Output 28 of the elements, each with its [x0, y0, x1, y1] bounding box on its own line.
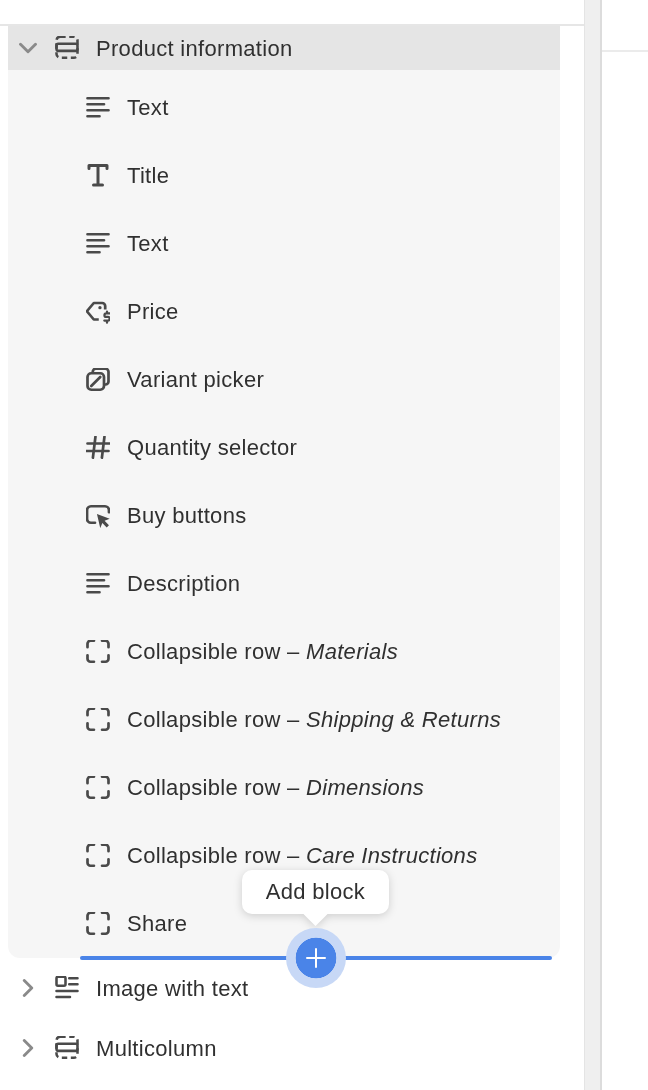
text-lines-icon: [86, 96, 110, 120]
hash-icon: [86, 436, 110, 460]
section-row[interactable]: Image with text: [8, 958, 560, 1018]
block-row[interactable]: Variant picker: [86, 360, 265, 400]
overlapping-squares-icon: [86, 368, 110, 392]
section-row[interactable]: Product information: [8, 26, 560, 70]
text-lines-icon: [86, 572, 110, 596]
image-text-icon: [55, 976, 79, 1000]
pointer-button-icon: [86, 504, 110, 528]
block-row[interactable]: Share: [86, 904, 188, 944]
block-row[interactable]: Text: [86, 224, 169, 264]
block-row[interactable]: Collapsible row – Materials: [86, 632, 398, 672]
block-row[interactable]: Description: [86, 564, 241, 604]
add-block-button[interactable]: [286, 928, 346, 988]
block-row[interactable]: Title: [86, 156, 170, 196]
block-row[interactable]: Collapsible row – Shipping & Returns: [86, 700, 501, 740]
block-row[interactable]: Collapsible row – Dimensions: [86, 768, 424, 808]
dashed-section-icon: [55, 1036, 79, 1060]
section-row[interactable]: Multicolumn: [8, 1018, 560, 1078]
letter-t-icon: [86, 164, 110, 188]
block-row[interactable]: Buy buttons: [86, 496, 247, 536]
price-tag-icon: [86, 300, 110, 324]
plus-icon: [306, 948, 326, 968]
block-row[interactable]: Quantity selector: [86, 428, 298, 468]
dashed-section-icon: [55, 36, 79, 60]
block-row[interactable]: Text: [86, 88, 169, 128]
block-row[interactable]: Price: [86, 292, 179, 332]
text-lines-icon: [86, 232, 110, 256]
